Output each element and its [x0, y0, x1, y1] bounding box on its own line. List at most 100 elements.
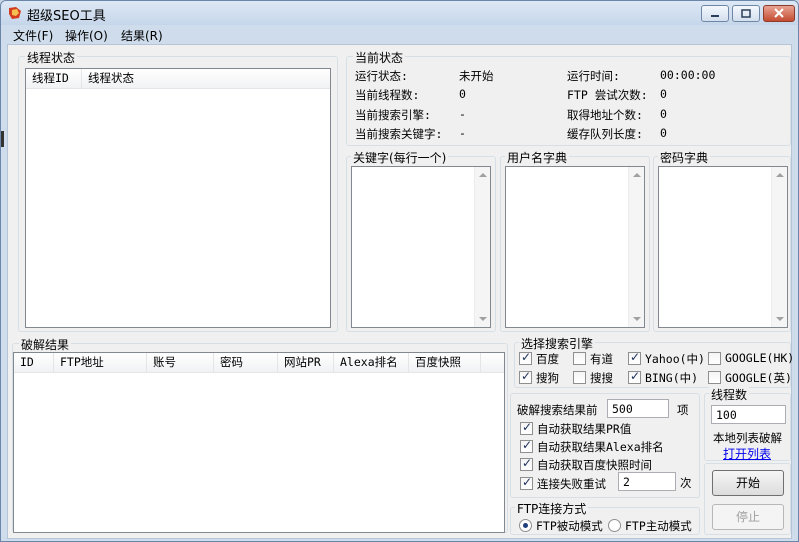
password-dict-textarea[interactable]: [658, 166, 788, 328]
radio-icon[interactable]: [608, 519, 621, 532]
current-status-label: 当前状态: [353, 49, 406, 66]
col-pr[interactable]: 网站PR: [278, 353, 334, 373]
thread-count-input[interactable]: [711, 405, 786, 424]
col-ftp-address[interactable]: FTP地址: [54, 353, 147, 373]
col-account[interactable]: 账号: [147, 353, 214, 373]
col-baidu-snapshot[interactable]: 百度快照: [409, 353, 481, 373]
scroll-down-icon: [479, 317, 487, 321]
col-password[interactable]: 密码: [214, 353, 278, 373]
ftp-attempts-value: 0: [660, 87, 667, 101]
results-group: 破解结果 ID FTP地址 账号 密码 网站PR Alexa排名 百度快照: [12, 336, 508, 533]
checkbox-icon[interactable]: [520, 456, 533, 471]
thread-count-field-label: 线程数: [709, 386, 750, 403]
app-icon: [9, 7, 21, 19]
col-alexa[interactable]: Alexa排名: [334, 353, 409, 373]
front-results-label: 破解搜索结果前: [517, 403, 598, 417]
thread-status-label: 线程状态: [25, 49, 78, 66]
current-status-group: 当前状态 运行状态: 未开始 运行时间: 00:00:00 当前线程数: 0 F…: [346, 49, 791, 146]
keywords-label: 关键字(每行一个): [351, 149, 449, 166]
checkbox-icon[interactable]: [519, 369, 532, 384]
run-state-value: 未开始: [459, 69, 494, 83]
checkbox-icon[interactable]: [520, 438, 533, 453]
run-state-label: 运行状态:: [355, 69, 408, 83]
crack-option-2-label: 自动获取百度快照时间: [537, 458, 652, 472]
keywords-scrollbar[interactable]: [474, 167, 490, 327]
thread-list[interactable]: 线程ID 线程状态: [25, 68, 331, 328]
maximize-button[interactable]: [732, 5, 760, 22]
checkbox-icon[interactable]: [708, 352, 721, 365]
local-list-label: 本地列表破解: [713, 431, 782, 445]
title-bar[interactable]: 超级SEO工具: [1, 1, 798, 25]
minimize-icon: [711, 15, 719, 17]
keywords-group: 关键字(每行一个): [346, 149, 496, 332]
retry-count-input[interactable]: [618, 472, 676, 491]
run-time-label: 运行时间:: [567, 69, 620, 83]
open-list-link[interactable]: 打开列表: [723, 445, 771, 462]
username-dict-textarea[interactable]: [505, 166, 645, 328]
ftp-attempts-label: FTP 尝试次数:: [567, 88, 648, 102]
menu-operation[interactable]: 操作(O): [65, 27, 108, 44]
thread-status-group: 线程状态 线程ID 线程状态: [18, 49, 338, 332]
menu-results[interactable]: 结果(R): [121, 27, 163, 44]
username-dict-scrollbar[interactable]: [628, 167, 644, 327]
scroll-up-icon: [633, 173, 641, 177]
checkbox-icon[interactable]: [519, 350, 532, 365]
thread-list-header: 线程ID 线程状态: [26, 69, 330, 89]
address-count-value: 0: [660, 107, 667, 121]
start-button[interactable]: 开始: [712, 470, 784, 496]
password-dict-label: 密码字典: [658, 149, 711, 166]
action-buttons-group: 开始 停止: [704, 463, 791, 535]
run-time-value: 00:00:00: [660, 68, 716, 82]
col-thread-state[interactable]: 线程状态: [82, 69, 330, 89]
engine-option-3-label: GOOGLE(HK): [725, 351, 795, 365]
engine-option-5-label: 搜搜: [590, 371, 613, 385]
scroll-down-icon: [633, 317, 641, 321]
client-area: 线程状态 线程ID 线程状态 当前状态 运行状态: 未开始 运行时间: 00:0…: [7, 44, 795, 539]
results-header: ID FTP地址 账号 密码 网站PR Alexa排名 百度快照: [14, 353, 504, 373]
password-dict-scrollbar[interactable]: [771, 167, 787, 327]
thread-count-value: 0: [459, 87, 466, 101]
results-label: 破解结果: [19, 336, 72, 353]
col-id[interactable]: ID: [14, 353, 54, 373]
engine-option-7-label: GOOGLE(英): [725, 371, 792, 385]
keyword-label: 当前搜索关键字:: [355, 127, 443, 141]
engine-option-4-label: 搜狗: [536, 371, 559, 385]
crack-option-1-label: 自动获取结果Alexa排名: [537, 440, 664, 454]
thread-count-label: 当前线程数:: [355, 88, 420, 102]
window-edge-marker: [1, 131, 4, 147]
keywords-textarea[interactable]: [351, 166, 491, 328]
password-dict-group: 密码字典: [653, 149, 791, 332]
close-button[interactable]: [763, 5, 795, 22]
stop-button[interactable]: 停止: [712, 504, 784, 530]
front-results-input[interactable]: [607, 399, 669, 418]
checkbox-icon[interactable]: [628, 369, 641, 384]
ftp-mode-label: FTP连接方式: [515, 500, 589, 517]
engine-option-1-label: 有道: [590, 352, 613, 366]
app-window: 超级SEO工具 文件(F) 操作(O) 结果(R) 线程状态 线程ID 线程状态: [0, 0, 799, 542]
results-table[interactable]: ID FTP地址 账号 密码 网站PR Alexa排名 百度快照: [13, 352, 505, 533]
menu-file[interactable]: 文件(F): [13, 27, 53, 44]
checkbox-icon[interactable]: [708, 371, 721, 384]
ftp-mode-option-0-label: FTP被动模式: [536, 519, 603, 533]
col-thread-id[interactable]: 线程ID: [26, 69, 82, 89]
retry-unit: 次: [680, 476, 692, 490]
menu-bar: 文件(F) 操作(O) 结果(R): [1, 25, 798, 44]
close-icon: [774, 8, 784, 18]
checkbox-icon[interactable]: [573, 371, 586, 384]
queue-length-value: 0: [660, 126, 667, 140]
engine-option-0-label: 百度: [536, 352, 559, 366]
radio-icon[interactable]: [519, 519, 532, 532]
minimize-button[interactable]: [701, 5, 729, 22]
crack-option-0-label: 自动获取结果PR值: [537, 422, 632, 436]
queue-length-label: 缓存队列长度:: [567, 127, 643, 141]
checkbox-icon[interactable]: [628, 350, 641, 365]
address-count-label: 取得地址个数:: [567, 108, 643, 122]
checkbox-icon[interactable]: [573, 352, 586, 365]
username-dict-group: 用户名字典: [500, 149, 650, 332]
checkbox-icon[interactable]: [520, 420, 533, 435]
checkbox-icon[interactable]: [520, 475, 533, 490]
engine-option-6-label: BING(中): [645, 371, 699, 385]
ftp-mode-option-1-label: FTP主动模式: [625, 519, 692, 533]
keyword-value: -: [459, 126, 466, 140]
thread-count-group: 线程数 本地列表破解 打开列表: [704, 386, 791, 462]
